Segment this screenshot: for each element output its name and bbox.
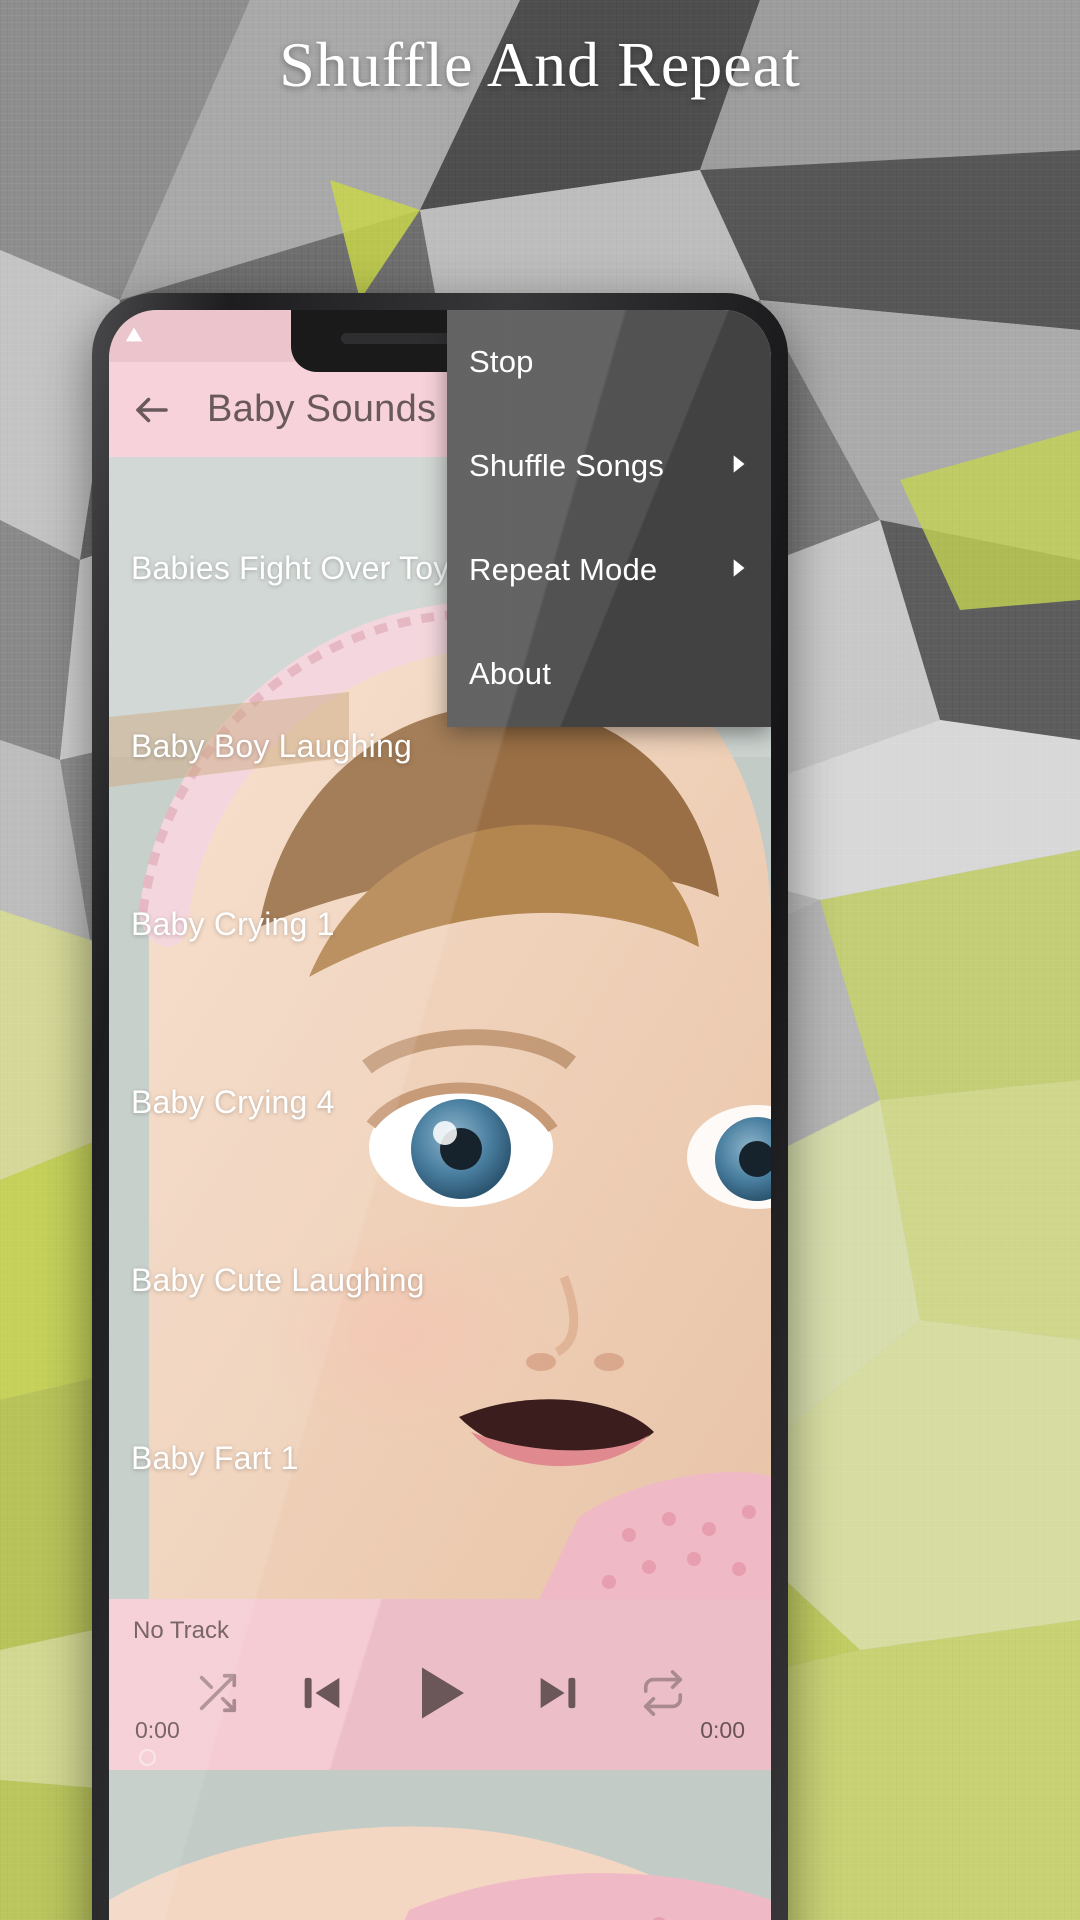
track-title: Baby Crying 1 [131,905,335,942]
player-bar: No Track 0:00 0:00 [109,1599,771,1770]
list-item[interactable]: Baby Fart 2 [109,1547,771,1599]
menu-item-label: About [469,656,552,691]
play-icon[interactable] [404,1657,476,1729]
notification-icon [123,323,145,350]
menu-item-label: Shuffle Songs [469,448,665,483]
chevron-right-icon [725,555,751,586]
app-bar-title: Baby Sounds [207,388,437,430]
track-title: Baby Fart 1 [131,1439,299,1476]
track-title: Baby Cute Laughing [131,1261,425,1298]
phone-screen-frame: Babies Fight Over Toy Baby Boy Laughing … [109,310,771,1920]
player-controls [109,1657,771,1729]
status-bar-left [123,323,145,350]
list-item[interactable]: Baby Crying 1 [109,835,771,1013]
menu-item-stop[interactable]: Stop [447,310,771,414]
menu-item-repeat-mode[interactable]: Repeat Mode [447,518,771,622]
overflow-menu[interactable]: Stop Shuffle Songs Repeat Mode About [447,310,771,727]
next-icon[interactable] [532,1667,584,1719]
previous-icon[interactable] [296,1667,348,1719]
phone-mockup: Babies Fight Over Toy Baby Boy Laughing … [92,293,788,1920]
photo-below-player [109,1770,771,1920]
list-item[interactable]: Baby Cute Laughing [109,1191,771,1369]
total-time: 0:00 [700,1717,745,1743]
track-title: Babies Fight Over Toy [131,549,450,586]
menu-item-label: Repeat Mode [469,552,658,587]
list-item[interactable]: Baby Crying 4 [109,1013,771,1191]
menu-item-about[interactable]: About [447,622,771,726]
elapsed-time: 0:00 [135,1717,180,1743]
navigation-dot-icon[interactable] [139,1749,156,1766]
menu-item-shuffle-songs[interactable]: Shuffle Songs [447,414,771,518]
repeat-icon[interactable] [640,1670,686,1716]
list-item[interactable]: Baby Fart 1 [109,1369,771,1547]
menu-item-label: Stop [469,344,534,379]
page-title: Shuffle And Repeat [279,29,801,100]
shuffle-icon[interactable] [194,1670,240,1716]
now-playing-title: No Track [133,1617,230,1644]
track-title: Baby Boy Laughing [131,727,412,764]
track-title: Baby Crying 4 [131,1083,335,1120]
app-screen: Babies Fight Over Toy Baby Boy Laughing … [109,310,771,1920]
back-arrow-icon[interactable] [131,389,173,431]
chevron-right-icon [725,451,751,482]
